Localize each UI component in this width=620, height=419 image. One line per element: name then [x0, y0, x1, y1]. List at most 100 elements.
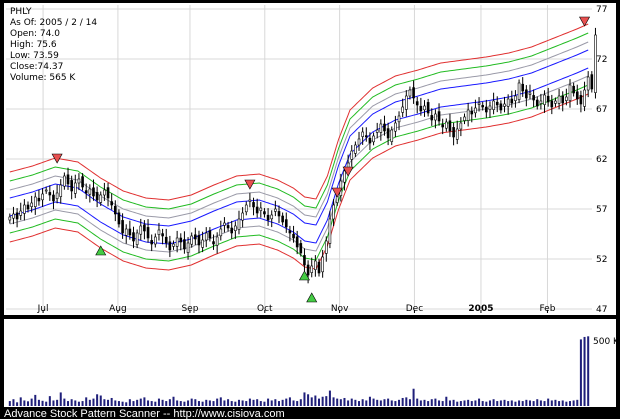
- volume-bar: [314, 395, 317, 406]
- candle-body: [73, 182, 77, 194]
- volume-bar: [143, 397, 146, 406]
- candle-body: [154, 236, 157, 245]
- volume-bar: [176, 400, 179, 406]
- volume-bar: [117, 401, 120, 406]
- volume-bar: [30, 398, 33, 406]
- candle-body: [455, 128, 459, 140]
- candle-body: [426, 102, 430, 114]
- candle-body: [488, 105, 492, 110]
- volume-bar: [216, 398, 219, 406]
- candle-body: [510, 98, 514, 104]
- y-tick-label: 62: [596, 155, 607, 165]
- volume-bar: [172, 396, 175, 406]
- volume-bar: [70, 399, 73, 406]
- candle-body: [525, 89, 528, 99]
- candle-body: [277, 211, 281, 217]
- candle-body: [528, 92, 532, 95]
- candle-body: [321, 256, 324, 273]
- volume-bar: [558, 401, 561, 406]
- candle-body: [546, 95, 550, 103]
- candle-body: [517, 82, 521, 100]
- volume-bar: [408, 399, 411, 406]
- candle-body: [248, 199, 252, 202]
- candle-body: [317, 261, 321, 274]
- candle-body: [168, 241, 172, 251]
- volume-bar: [470, 401, 473, 406]
- volume-bar: [179, 401, 182, 406]
- candle-body: [88, 188, 92, 195]
- volume-bar: [547, 398, 550, 406]
- volume-bar: [227, 399, 230, 406]
- volume-bar: [248, 398, 251, 406]
- volume-bar: [205, 399, 208, 406]
- volume-bar: [26, 401, 30, 406]
- volume-panel: [4, 319, 616, 407]
- volume-bar: [161, 399, 164, 406]
- volume-scale-label: 500 K: [593, 337, 620, 347]
- candle-body: [139, 225, 143, 235]
- candle-body: [63, 175, 66, 187]
- candle-body: [434, 113, 437, 121]
- volume-bar: [56, 399, 59, 406]
- open-text: Open: 74.0: [10, 29, 60, 39]
- volume-bar: [234, 401, 237, 406]
- volume-bar: [270, 400, 273, 406]
- candle-body: [52, 194, 55, 202]
- volume-bar: [194, 399, 197, 406]
- candle-body: [568, 84, 572, 101]
- candle-body: [117, 212, 121, 225]
- volume-bar: [241, 400, 244, 406]
- symbol-text: PHLY: [10, 7, 32, 17]
- candle-body: [212, 241, 215, 245]
- volume-bar: [107, 399, 110, 406]
- volume-bar: [212, 401, 215, 406]
- as-of-text: As Of: 2005 / 2 / 14: [10, 18, 97, 28]
- volume-bar: [387, 398, 390, 406]
- candle-body: [110, 201, 113, 206]
- y-tick-label: 52: [596, 255, 607, 265]
- candle-body: [390, 129, 394, 142]
- candle-body: [208, 230, 212, 239]
- volume-bar: [427, 401, 430, 406]
- y-tick-label: 72: [596, 55, 607, 65]
- volume-bar: [132, 401, 135, 406]
- volume-bar: [183, 401, 186, 406]
- volume-bar: [368, 396, 371, 406]
- candle-body: [237, 218, 241, 230]
- candle-body: [183, 239, 186, 250]
- candle-body: [161, 233, 164, 237]
- volume-bar: [568, 401, 572, 406]
- candle-body: [394, 122, 397, 132]
- candle-body: [143, 224, 146, 232]
- candle-body: [401, 106, 404, 113]
- volume-bar: [81, 401, 84, 406]
- volume-bar: [561, 400, 564, 406]
- volume-bar: [274, 399, 277, 406]
- volume-bar: [488, 400, 491, 406]
- candle-body: [372, 135, 375, 143]
- volume-bar: [550, 400, 553, 406]
- volume-bar: [139, 398, 142, 406]
- candle-body: [386, 128, 390, 139]
- candle-body: [81, 176, 84, 188]
- volume-bar: [576, 399, 579, 406]
- volume-bar: [463, 400, 466, 406]
- candle-body: [12, 213, 15, 219]
- volume-bar: [201, 401, 204, 406]
- candle-body: [274, 208, 277, 212]
- volume-bar: [438, 400, 441, 406]
- volume-bar: [514, 401, 517, 406]
- candle-body: [230, 227, 234, 234]
- candle-body: [77, 178, 81, 184]
- volume-bar: [296, 401, 299, 406]
- volume-bar: [339, 399, 342, 406]
- volume-bar: [190, 398, 193, 406]
- volume-bar: [459, 401, 462, 406]
- candle-body: [295, 236, 299, 248]
- volume-bar: [16, 402, 19, 406]
- volume-bar: [492, 399, 495, 406]
- candle-body: [474, 107, 477, 114]
- volume-bar: [187, 400, 190, 406]
- candle-body: [343, 170, 346, 183]
- volume-bar: [423, 399, 426, 406]
